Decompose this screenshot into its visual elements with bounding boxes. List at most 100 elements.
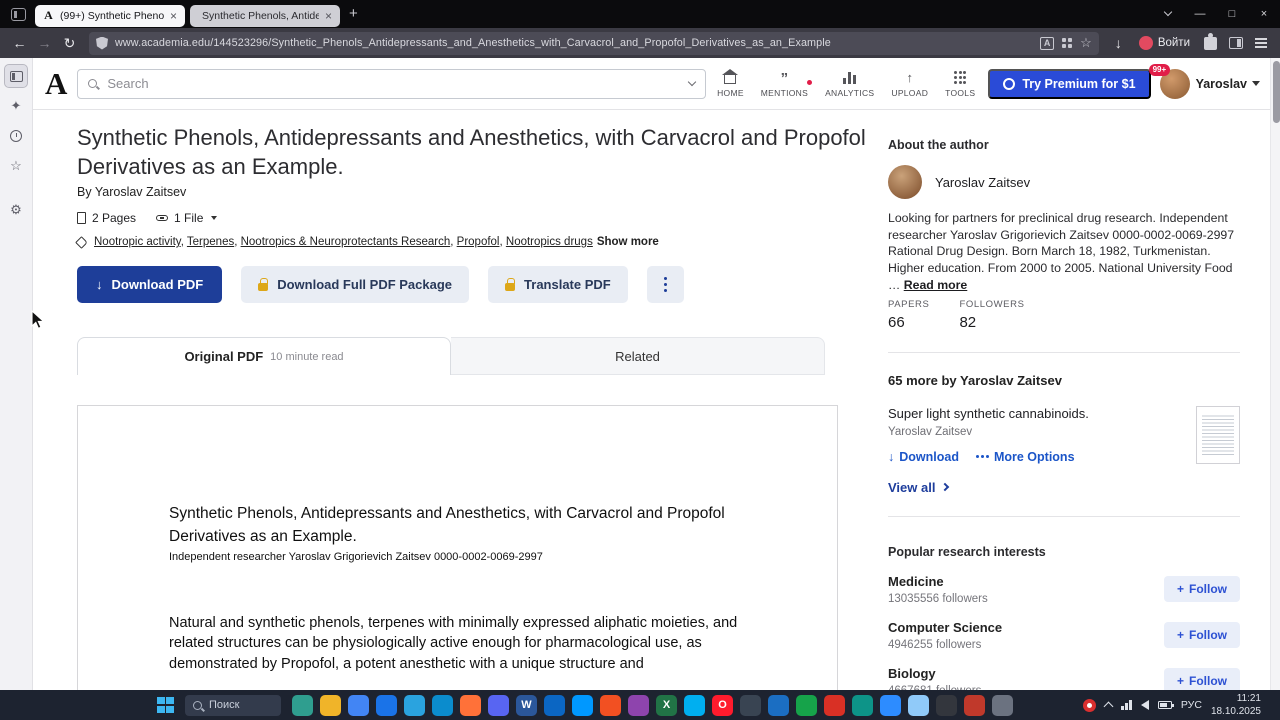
tab-close-icon[interactable]: ×	[169, 9, 178, 23]
taskbar-app-maps[interactable]	[292, 694, 313, 716]
more-options-button[interactable]	[646, 266, 684, 304]
paper-tag[interactable]: Nootropic activity	[94, 236, 181, 248]
view-all-link[interactable]: View all	[888, 480, 1240, 495]
follow-button[interactable]: + Follow	[1164, 668, 1240, 690]
sidebar-panels-icon[interactable]	[4, 64, 28, 88]
extensions-icon[interactable]	[1198, 32, 1223, 55]
follow-button[interactable]: + Follow	[1164, 622, 1240, 649]
paper-tag[interactable]: Propofol	[457, 236, 500, 248]
tab-close-icon[interactable]: ×	[324, 9, 333, 23]
nav-tools[interactable]: TOOLS	[945, 70, 975, 98]
taskbar-app-browser[interactable]	[376, 694, 397, 716]
forward-icon[interactable]: →	[32, 32, 57, 55]
show-more-link[interactable]: Show more	[597, 236, 659, 248]
history-icon[interactable]	[5, 125, 27, 147]
taskbar-app-opera[interactable]: O	[712, 694, 733, 716]
taskbar-app-terminal[interactable]	[936, 694, 957, 716]
minimize-button[interactable]: —	[1184, 0, 1216, 28]
taskbar-app-zoom[interactable]	[880, 694, 901, 716]
tab-original-pdf[interactable]: Original PDF 10 minute read	[77, 337, 451, 376]
browser-tab-background[interactable]: Synthetic Phenols, Antidepressants ×	[190, 4, 340, 27]
tray-chevron-up-icon[interactable]	[1103, 701, 1114, 712]
taskbar-app-media[interactable]	[628, 694, 649, 716]
taskbar-search[interactable]: Поиск	[185, 694, 281, 716]
page-apps-icon[interactable]	[1062, 38, 1073, 48]
taskbar-clock[interactable]: 11:21 18.10.2025	[1211, 692, 1261, 718]
battery-icon[interactable]	[1157, 701, 1174, 709]
browser-tab-active[interactable]: A (99+) Synthetic Phenols, Antide ×	[35, 4, 185, 27]
taskbar-app-firefox[interactable]	[460, 694, 481, 716]
browser-signin-button[interactable]: Войти	[1131, 36, 1198, 50]
taskbar-app-gray[interactable]	[992, 694, 1013, 716]
related-download-link[interactable]: ↓ Download	[888, 450, 959, 464]
nav-analytics[interactable]: ANALYTICS	[825, 70, 874, 98]
nav-mentions[interactable]: ” MENTIONS	[761, 70, 813, 98]
paper-tag[interactable]: Nootropics drugs	[506, 236, 593, 248]
language-indicator[interactable]: РУС	[1181, 699, 1202, 711]
bookmarks-icon[interactable]: ☆	[5, 155, 27, 177]
taskbar-app-green[interactable]	[796, 694, 817, 716]
maximize-button[interactable]: □	[1216, 0, 1248, 28]
taskbar-app-vscode[interactable]	[572, 694, 593, 716]
bookmark-star-icon[interactable]: ☆	[1080, 35, 1092, 51]
downloads-icon[interactable]: ↓	[1106, 32, 1131, 55]
back-icon[interactable]: ←	[7, 32, 32, 55]
author-link[interactable]: Yaroslav Zaitsev	[95, 185, 186, 199]
list-all-tabs-icon[interactable]	[1152, 0, 1184, 28]
network-icon[interactable]	[1121, 700, 1132, 710]
translate-pdf-button[interactable]: Translate PDF	[488, 266, 628, 304]
paper-tag[interactable]: Nootropics & Neuroprotectants Research	[241, 236, 451, 248]
paper-tag[interactable]: Terpenes	[187, 236, 234, 248]
tab-related[interactable]: Related	[451, 337, 825, 376]
nav-upload[interactable]: ↑ UPLOAD	[891, 70, 928, 98]
volume-icon[interactable]	[1140, 700, 1149, 710]
taskbar-app-mail[interactable]	[544, 694, 565, 716]
taskbar-app-explorer[interactable]	[320, 694, 341, 716]
read-more-link[interactable]: Read more	[904, 278, 968, 292]
try-premium-button[interactable]: Try Premium for $1	[988, 68, 1151, 99]
search-input[interactable]	[105, 75, 682, 92]
taskbar-app-telegram[interactable]	[404, 694, 425, 716]
taskbar-app-discord[interactable]	[488, 694, 509, 716]
taskbar-app-excel[interactable]: X	[656, 694, 677, 716]
ai-chat-icon[interactable]: ✦	[5, 95, 27, 117]
related-more-options-link[interactable]: More Options	[975, 450, 1075, 464]
related-paper-author[interactable]: Yaroslav Zaitsev	[888, 426, 1182, 438]
site-search[interactable]	[77, 68, 707, 99]
search-dropdown-icon[interactable]	[687, 77, 697, 87]
taskbar-app-gmail[interactable]	[824, 694, 845, 716]
user-menu[interactable]: 99+ Yaroslav	[1148, 63, 1260, 99]
academia-logo[interactable]: A	[45, 66, 67, 102]
taskbar-app-chrome[interactable]	[348, 694, 369, 716]
taskbar-app-teal[interactable]	[852, 694, 873, 716]
new-tab-button[interactable]: +	[349, 0, 358, 28]
url-bar[interactable]: www.academia.edu/144523296/Synthetic_Phe…	[89, 31, 1099, 55]
taskbar-app-word[interactable]: W	[516, 694, 537, 716]
download-package-button[interactable]: Download Full PDF Package	[241, 266, 470, 304]
follow-button[interactable]: + Follow	[1164, 576, 1240, 603]
tracking-shield-icon[interactable]	[96, 36, 108, 50]
scrollbar-thumb[interactable]	[1272, 61, 1280, 123]
close-button[interactable]: ×	[1248, 0, 1280, 28]
taskbar-app-skype[interactable]	[684, 694, 705, 716]
paper-thumbnail[interactable]	[1196, 405, 1240, 464]
author-avatar[interactable]	[888, 165, 922, 199]
page-scrollbar[interactable]	[1270, 58, 1280, 690]
nav-home[interactable]: HOME	[717, 68, 744, 98]
author-row[interactable]: Yaroslav Zaitsev	[888, 165, 1240, 199]
taskbar-app-notepad[interactable]	[908, 694, 929, 716]
related-paper-title[interactable]: Super light synthetic cannabinoids.	[888, 406, 1182, 421]
menu-icon[interactable]	[1248, 32, 1273, 55]
taskbar-app-steam[interactable]	[740, 694, 761, 716]
author-name[interactable]: Yaroslav Zaitsev	[935, 175, 1030, 190]
translate-icon[interactable]: A	[1040, 36, 1055, 50]
files-dropdown[interactable]: 1 File	[156, 211, 218, 225]
reload-icon[interactable]: ↻	[57, 32, 82, 55]
taskbar-app-edge[interactable]	[432, 694, 453, 716]
taskbar-app-paint[interactable]	[768, 694, 789, 716]
sidebar-toggle-icon[interactable]	[1223, 32, 1248, 55]
settings-gear-icon[interactable]: ⚙	[5, 199, 27, 221]
download-pdf-button[interactable]: ↓ Download PDF	[77, 266, 223, 304]
taskbar-app-chess[interactable]	[964, 694, 985, 716]
recording-indicator-icon[interactable]	[1083, 698, 1097, 712]
